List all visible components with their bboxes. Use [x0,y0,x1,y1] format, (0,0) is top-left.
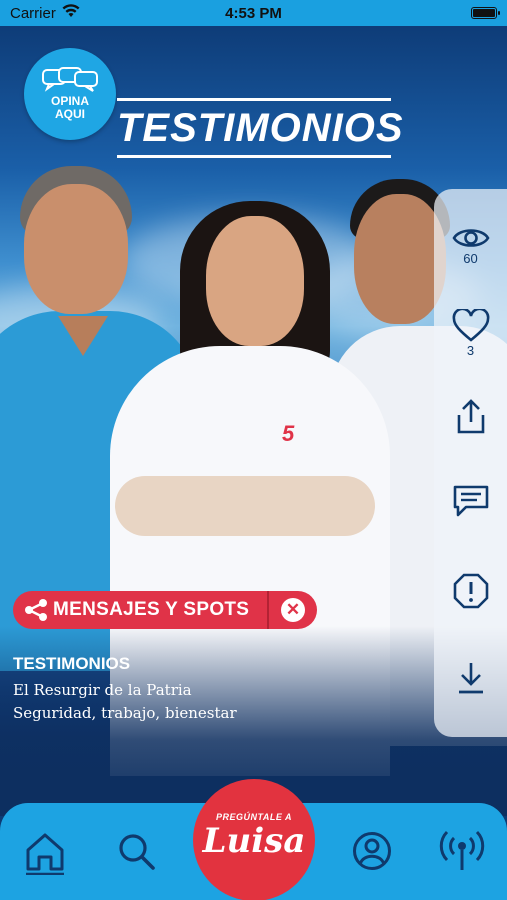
banner-title: TESTIMONIOS [117,106,404,150]
preguntale-a-luisa-button[interactable]: PREGÚNTALE A Luisa [193,779,315,900]
views-count: 60 [463,251,478,266]
carrier-label: Carrier [10,4,56,22]
search-icon [119,834,155,870]
caption-line2: Seguridad, trabajo, bienestar [13,704,237,722]
eye-icon [451,229,490,247]
profile-icon [353,832,391,870]
title-banner: TESTIMONIOS [117,98,404,158]
battery-icon [471,7,500,19]
chip-divider [267,591,269,629]
heart-icon [452,309,489,342]
report-icon [453,573,488,609]
comment-icon [453,485,488,517]
share-icon [457,399,484,434]
comment-button[interactable] [434,484,507,518]
like-button[interactable]: 3 [434,309,507,358]
nav-search[interactable] [114,829,158,873]
status-bar: Carrier 4:53 PM [0,0,507,26]
post-caption: TESTIMONIOS El Resurgir de la Patria Seg… [13,654,237,725]
download-button[interactable] [434,661,507,695]
category-chip[interactable]: MENSAJES Y SPOTS ✕ [13,591,317,629]
wifi-icon [62,4,80,22]
nav-live[interactable] [438,827,486,875]
opina-aqui-button[interactable]: OPINA AQUI [24,48,116,140]
home-icon [26,833,64,875]
views-button[interactable]: 60 [434,225,507,266]
broadcast-icon [439,830,485,870]
chat-bubbles-icon [42,67,98,92]
download-icon [458,663,483,694]
share-nodes-icon [23,598,53,622]
nav-profile[interactable] [350,829,394,873]
caption-title: TESTIMONIOS [13,654,131,673]
caption-line1: El Resurgir de la Patria [13,681,192,699]
report-button[interactable] [434,573,507,609]
close-icon[interactable]: ✕ [281,598,305,622]
opina-line2: AQUI [55,107,85,121]
share-button[interactable] [434,399,507,435]
hero-image[interactable]: 5 OPINA AQUI TESTIMONIOS 60 3 MENSAJES Y… [0,26,507,816]
likes-count: 3 [466,343,475,358]
nav-home[interactable] [22,829,68,877]
chip-label: MENSAJES Y SPOTS [53,599,250,620]
side-action-panel: 60 3 [434,189,507,737]
luisa-logo-text: Luisa [202,821,306,861]
